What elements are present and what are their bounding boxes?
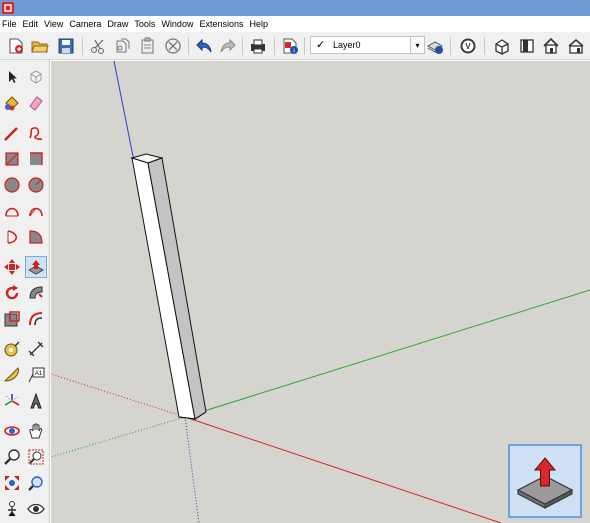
text-icon[interactable]: A1 xyxy=(25,364,47,386)
copy-icon[interactable] xyxy=(113,36,133,56)
menu-help[interactable]: Help xyxy=(246,16,271,32)
view-navigation-widget[interactable] xyxy=(508,444,582,518)
menu-camera[interactable]: Camera xyxy=(66,16,104,32)
push-pull-preview-icon xyxy=(516,457,574,509)
menu-draw[interactable]: Draw xyxy=(104,16,131,32)
green-axis-positive xyxy=(184,289,590,418)
erase-icon[interactable] xyxy=(163,36,183,56)
axes-icon[interactable] xyxy=(1,390,23,412)
cut-icon[interactable] xyxy=(88,36,108,56)
layer-manager-icon[interactable] xyxy=(425,36,445,56)
rectangle-icon[interactable] xyxy=(1,148,23,170)
model-info-icon[interactable]: i xyxy=(280,36,300,56)
zoom-window-icon[interactable] xyxy=(25,446,47,468)
circle-icon[interactable] xyxy=(1,174,23,196)
menu-edit[interactable]: Edit xyxy=(20,16,42,32)
arc-icon[interactable] xyxy=(1,200,23,222)
green-axis-negative xyxy=(51,416,186,458)
rotate-icon[interactable] xyxy=(1,282,23,304)
right-view-icon[interactable] xyxy=(566,36,586,56)
layer-name: Layer0 xyxy=(333,40,361,50)
zoom-icon[interactable] xyxy=(1,446,23,468)
layer-select[interactable]: ✓ Layer0 ▾ xyxy=(310,36,425,54)
position-camera-icon[interactable] xyxy=(1,498,23,520)
menu-extensions[interactable]: Extensions xyxy=(196,16,246,32)
pan-hand-icon[interactable] xyxy=(25,420,47,442)
iso-view-icon[interactable] xyxy=(492,36,512,56)
new-file-icon[interactable] xyxy=(6,36,26,56)
paste-icon[interactable] xyxy=(138,36,158,56)
offset-icon[interactable] xyxy=(25,308,47,330)
svg-text:i: i xyxy=(293,49,294,55)
three-point-arc-icon[interactable] xyxy=(1,226,23,248)
undo-icon[interactable] xyxy=(194,36,214,56)
protractor-icon[interactable] xyxy=(1,364,23,386)
pillar-box[interactable] xyxy=(130,153,207,420)
main-toolbar: i V xyxy=(0,32,590,60)
orbit-icon[interactable] xyxy=(1,420,23,442)
tape-measure-icon[interactable] xyxy=(1,338,23,360)
follow-me-icon[interactable] xyxy=(25,282,47,304)
redo-icon[interactable] xyxy=(218,36,238,56)
menu-window[interactable]: Window xyxy=(158,16,196,32)
select-arrow-icon[interactable] xyxy=(1,66,23,88)
title-bar xyxy=(0,0,590,16)
sketchup-logo-icon xyxy=(2,2,14,14)
svg-text:A1: A1 xyxy=(35,371,43,377)
svg-text:V: V xyxy=(465,42,471,51)
menu-file[interactable]: File xyxy=(2,16,20,32)
zoom-extents-icon[interactable] xyxy=(1,472,23,494)
menu-tools[interactable]: Tools xyxy=(131,16,158,32)
save-icon[interactable] xyxy=(56,36,76,56)
dimension-icon[interactable] xyxy=(25,338,47,360)
scale-icon[interactable] xyxy=(1,308,23,330)
layer-visible-check: ✓ xyxy=(316,39,326,51)
red-axis-negative xyxy=(51,373,186,418)
rotated-rectangle-icon[interactable] xyxy=(25,148,47,170)
freehand-icon[interactable] xyxy=(25,122,47,144)
menu-bar: File Edit View Camera Draw Tools Window … xyxy=(0,16,590,32)
3d-text-icon[interactable] xyxy=(25,390,47,412)
look-around-eye-icon[interactable] xyxy=(25,498,47,520)
move-icon[interactable] xyxy=(1,256,23,278)
pie-icon[interactable] xyxy=(25,226,47,248)
left-toolbar: A1 xyxy=(0,60,50,523)
open-folder-icon[interactable] xyxy=(30,36,50,56)
print-icon[interactable] xyxy=(248,36,268,56)
line-pencil-icon[interactable] xyxy=(1,122,23,144)
push-pull-icon[interactable] xyxy=(25,256,47,278)
red-axis-positive xyxy=(184,416,502,523)
blue-axis-negative xyxy=(184,416,200,523)
eraser-icon[interactable] xyxy=(25,92,47,114)
component-icon[interactable] xyxy=(25,66,47,88)
two-point-arc-icon[interactable] xyxy=(25,200,47,222)
chevron-down-icon[interactable]: ▾ xyxy=(410,37,424,53)
vray-icon[interactable]: V xyxy=(458,36,478,56)
menu-view[interactable]: View xyxy=(41,16,66,32)
paint-bucket-icon[interactable] xyxy=(1,92,23,114)
front-view-icon[interactable] xyxy=(517,36,537,56)
polygon-icon[interactable] xyxy=(25,174,47,196)
zoom-previous-icon[interactable] xyxy=(25,472,47,494)
top-view-icon[interactable] xyxy=(541,36,561,56)
